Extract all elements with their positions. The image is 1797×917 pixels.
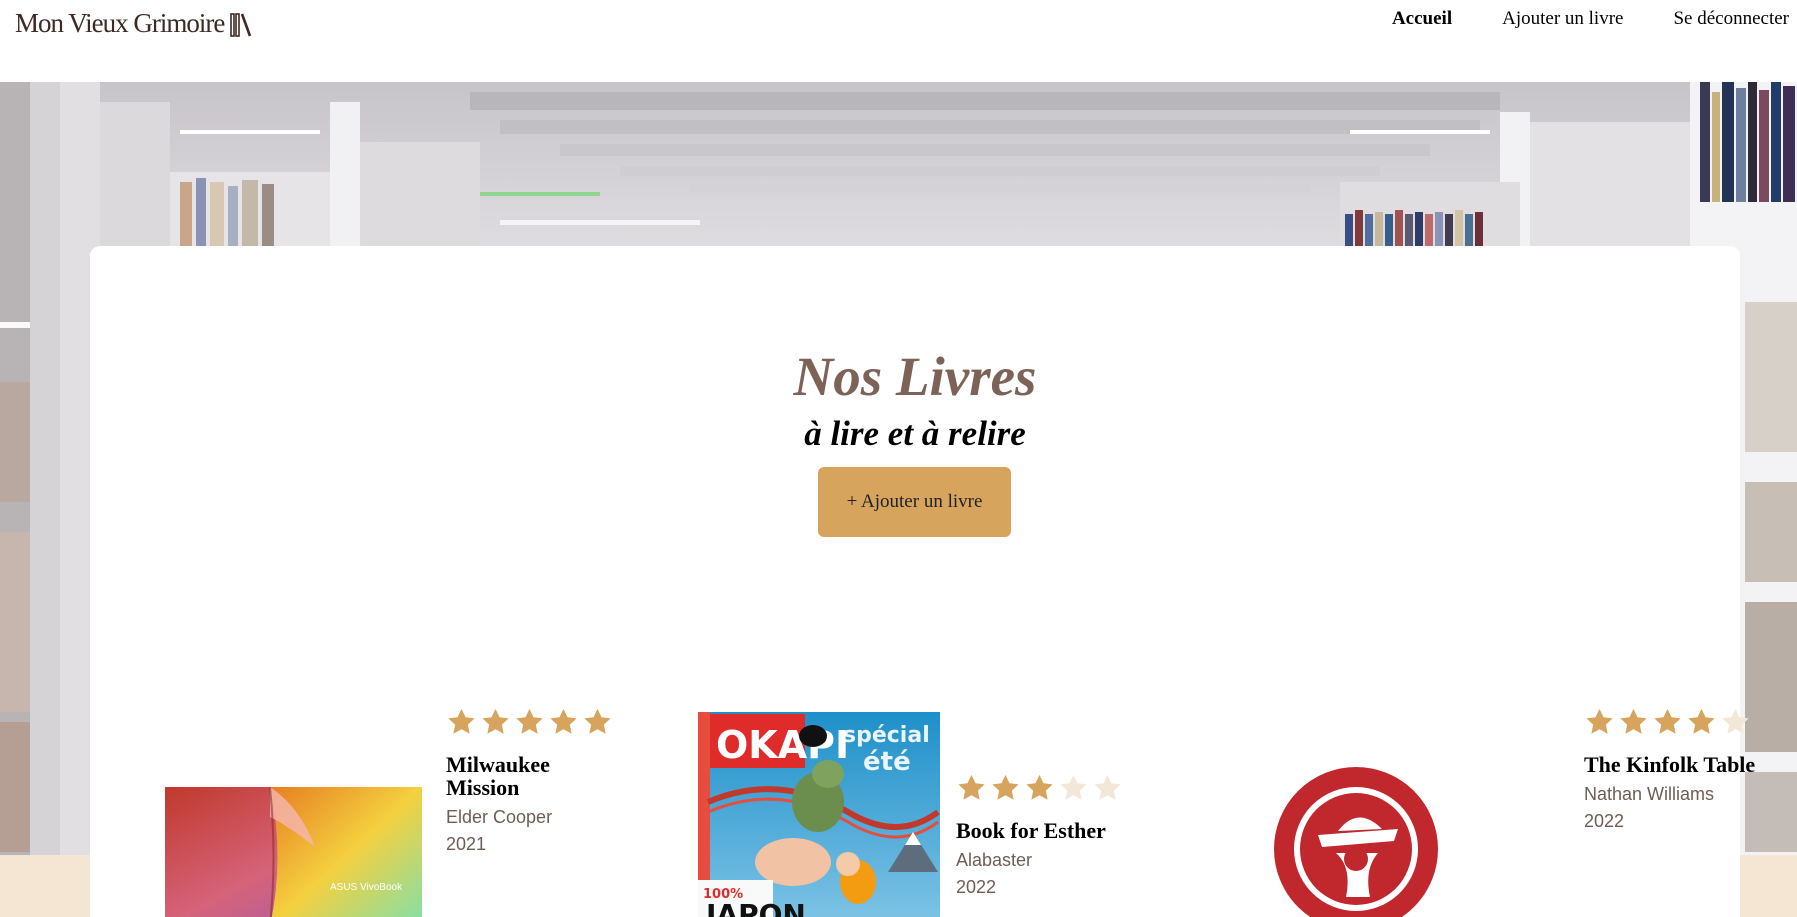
book-card[interactable]: The Kinfolk Table Nathan Williams 2022 [1266,707,1755,917]
book-year: 2021 [446,834,487,854]
books-section-card: Nos Livres à lire et à relire + Ajouter … [90,246,1755,917]
rating-stars [956,773,1156,803]
rating-stars [446,707,616,737]
book-card[interactable]: ASUS VivoBook Milwaukee Mission Elder Co… [165,707,611,917]
book-title[interactable]: The Kinfolk Table [1584,753,1759,776]
star-icon [1652,707,1683,737]
nav-link-add-book[interactable]: Ajouter un livre [1494,8,1631,30]
star-icon [1584,707,1615,737]
book-info: Milwaukee Mission Elder Cooper 2021 [446,707,616,855]
star-icon [1058,773,1089,803]
star-icon [1618,707,1649,737]
page-title: Nos Livres [793,346,1037,407]
book-cover[interactable]: OKAPI spécial été 100% JAPON [698,712,940,917]
rating-stars [1584,707,1759,737]
svg-text:spécial: spécial [843,723,930,748]
books-icon [230,11,252,37]
add-book-button[interactable]: + Ajouter un livre [818,467,1011,537]
star-icon [548,707,579,737]
book-cover[interactable]: ASUS VivoBook [165,787,422,917]
book-info: Book for Esther Alabaster 2022 [956,773,1156,898]
main-navigation: Accueil Ajouter un livre Se déconnecter [1384,8,1797,30]
book-info: The Kinfolk Table Nathan Williams 2022 [1584,707,1759,832]
star-icon [480,707,511,737]
book-author: Nathan Williams [1584,784,1715,804]
logo-text: Mon Vieux Grimoire [15,8,225,38]
book-cover[interactable] [1266,757,1446,917]
svg-text:été: été [863,747,911,777]
star-icon [1720,707,1751,737]
book-title[interactable]: Milwaukee Mission [446,753,616,799]
star-icon [514,707,545,737]
svg-text:JAPON: JAPON [704,898,806,917]
book-title[interactable]: Book for Esther [956,819,1156,842]
book-year: 2022 [1584,811,1625,831]
star-icon [582,707,613,737]
star-icon [990,773,1021,803]
book-year: 2022 [956,877,997,897]
cover-brand-text: ASUS VivoBook [330,882,403,893]
star-icon [1092,773,1123,803]
site-logo[interactable]: Mon Vieux Grimoire [15,8,252,39]
top-navigation-bar: Mon Vieux Grimoire Accueil Ajouter un li… [0,0,1797,82]
nav-link-logout[interactable]: Se déconnecter [1665,8,1797,30]
star-icon [956,773,987,803]
book-author: Alabaster [956,850,1033,870]
book-author: Elder Cooper [446,807,553,827]
star-icon [1024,773,1055,803]
nav-link-home[interactable]: Accueil [1384,8,1460,30]
star-icon [1686,707,1717,737]
page-subtitle: à lire et à relire [804,414,1026,453]
star-icon [446,707,477,737]
book-card[interactable]: OKAPI spécial été 100% JAPON Book for Es… [698,712,1168,917]
